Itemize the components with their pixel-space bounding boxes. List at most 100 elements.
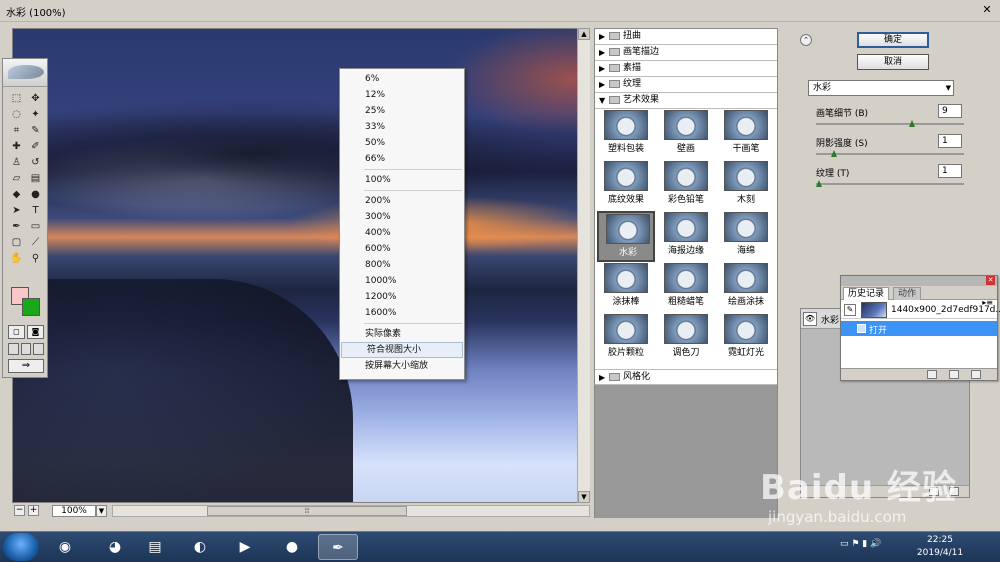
recorder-icon[interactable]: ● [272,534,312,560]
preview-horizontal-scrollbar[interactable]: ⦙⦙⦙ [112,505,590,517]
slider-track[interactable] [816,123,964,125]
filter-cutout[interactable]: 木刻 [717,160,775,211]
filter-dry-brush[interactable]: 干画笔 [717,109,775,160]
cancel-button[interactable]: 取消 [857,54,929,70]
menu-item-400[interactable]: 400% [340,225,464,241]
filter-colored-pencil[interactable]: 彩色铅笔 [657,160,715,211]
filter-film-grain[interactable]: 胶片颗粒 [597,313,655,364]
menu-item-1200[interactable]: 1200% [340,289,464,305]
zoom-level-field[interactable]: 100% [52,505,96,517]
system-tray-icons[interactable]: ▭ ⚑ ▮ 🔊 [840,539,881,549]
shape-tool-icon[interactable]: ▭ [27,219,44,235]
zoom-dropdown-icon[interactable]: ▼ [96,505,107,517]
firefox-icon[interactable]: ◐ [180,534,220,560]
stamp-tool-icon[interactable]: ♙ [8,155,25,171]
zoom-tool-icon[interactable]: ⚲ [27,251,44,267]
start-button[interactable] [3,533,39,561]
eye-icon[interactable]: 👁 [803,312,817,326]
pen-tool-icon[interactable]: ✒ [8,219,25,235]
menu-item-12[interactable]: 12% [340,87,464,103]
filter-plastic-wrap[interactable]: 塑料包装 [597,109,655,160]
delete-effect-layer-icon[interactable] [949,487,959,496]
menu-item-1000[interactable]: 1000% [340,273,464,289]
filter-sponge[interactable]: 海绵 [717,211,775,262]
history-state-open[interactable]: 打开 [841,321,997,336]
quick-mask-icon[interactable]: ◙ [27,325,44,339]
menu-item-actual-pixels[interactable]: 实际像素 [340,326,464,342]
qq-icon[interactable]: ◕ [95,534,135,560]
menu-item-1600[interactable]: 1600% [340,305,464,321]
filter-neon-glow[interactable]: 霓虹灯光 [717,313,775,364]
close-icon[interactable]: ✕ [986,276,995,285]
slider-knob[interactable] [830,150,837,157]
menu-item-800[interactable]: 800% [340,257,464,273]
blur-tool-icon[interactable]: ◆ [8,187,25,203]
menu-item-66[interactable]: 66% [340,151,464,167]
system-clock[interactable]: 22:25 2019/4/11 [910,534,970,560]
zoom-out-button[interactable]: − [14,505,25,516]
menu-item-6[interactable]: 6% [340,71,464,87]
healing-brush-icon[interactable]: ✚ [8,139,25,155]
collapse-gallery-icon[interactable]: ⌃ [800,34,812,46]
screen-mode-1-icon[interactable] [8,343,19,355]
preview-vertical-scrollbar[interactable]: ▲ ▼ [577,28,590,503]
gradient-tool-icon[interactable]: ▤ [27,171,44,187]
photoshop-task-icon[interactable]: ✒ [318,534,358,560]
menu-item-600[interactable]: 600% [340,241,464,257]
history-brush-source-icon[interactable]: ✎ [844,304,856,316]
zoom-in-button[interactable]: + [28,505,39,516]
category-stylize[interactable]: ▶ 风格化 [595,369,777,385]
slider-track[interactable] [816,183,964,185]
category-texture[interactable]: ▶ 纹理 [595,77,777,93]
tab-actions[interactable]: 动作 [893,287,922,300]
path-select-icon[interactable]: ➤ [8,203,25,219]
history-snapshot[interactable]: ✎ 1440x900_2d7edf917d... [841,301,1000,319]
screen-mode-3-icon[interactable] [33,343,45,355]
category-brush-strokes[interactable]: ▶ 画笔描边 [595,45,777,61]
category-distort[interactable]: ▶ 扭曲 [595,29,777,45]
filter-poster-edges[interactable]: 海报边缘 [657,211,715,262]
jump-to-imageready-icon[interactable]: ⇒ [8,359,44,373]
filter-smudge-stick[interactable]: 涂抹棒 [597,262,655,313]
browser-360-icon[interactable]: ◉ [45,534,85,560]
standard-mode-icon[interactable]: ◻ [8,325,25,339]
history-brush-icon[interactable]: ↺ [27,155,44,171]
param-value-input[interactable]: 1 [938,164,962,178]
menu-item-100[interactable]: 100% [340,172,464,188]
filter-palette-knife[interactable]: 调色刀 [657,313,715,364]
filter-fresco[interactable]: 壁画 [657,109,715,160]
category-sketch[interactable]: ▶ 素描 [595,61,777,77]
file-explorer-icon[interactable]: ▤ [135,534,175,560]
menu-item-200[interactable]: 200% [340,193,464,209]
ok-button[interactable]: 确定 [857,32,929,48]
category-artistic[interactable]: ▼ 艺术效果 [595,93,777,109]
tab-history[interactable]: 历史记录 [843,287,890,300]
history-header[interactable]: ✕ [841,276,997,286]
image-preview[interactable] [12,28,590,503]
filter-rough-pastels[interactable]: 粗糙蜡笔 [657,262,715,313]
scroll-down-icon[interactable]: ▼ [578,491,590,503]
new-effect-layer-icon[interactable] [929,487,939,496]
close-icon[interactable]: ✕ [978,2,996,18]
background-color-swatch[interactable] [22,298,40,316]
media-player-icon[interactable]: ▶ [225,534,265,560]
filter-paint-daubs[interactable]: 绘画涂抹 [717,262,775,313]
filter-underpainting[interactable]: 底纹效果 [597,160,655,211]
slice-tool-icon[interactable]: ✎ [27,123,44,139]
marquee-tool-icon[interactable]: ⬚ [8,91,25,107]
lasso-tool-icon[interactable]: ◌ [8,107,25,123]
param-value-input[interactable]: 1 [938,134,962,148]
brush-tool-icon[interactable]: ✐ [27,139,44,155]
menu-item-300[interactable]: 300% [340,209,464,225]
slider-track[interactable] [816,153,964,155]
eraser-tool-icon[interactable]: ▱ [8,171,25,187]
slider-knob[interactable] [908,120,915,127]
screen-mode-2-icon[interactable] [20,343,32,355]
hand-tool-icon[interactable]: ✋ [8,251,25,267]
dodge-tool-icon[interactable]: ● [27,187,44,203]
slider-knob[interactable] [816,180,822,187]
filter-select[interactable]: 水彩 ▼ [808,80,954,96]
menu-item-50[interactable]: 50% [340,135,464,151]
notes-tool-icon[interactable]: ▢ [8,235,25,251]
new-document-icon[interactable] [927,370,937,379]
